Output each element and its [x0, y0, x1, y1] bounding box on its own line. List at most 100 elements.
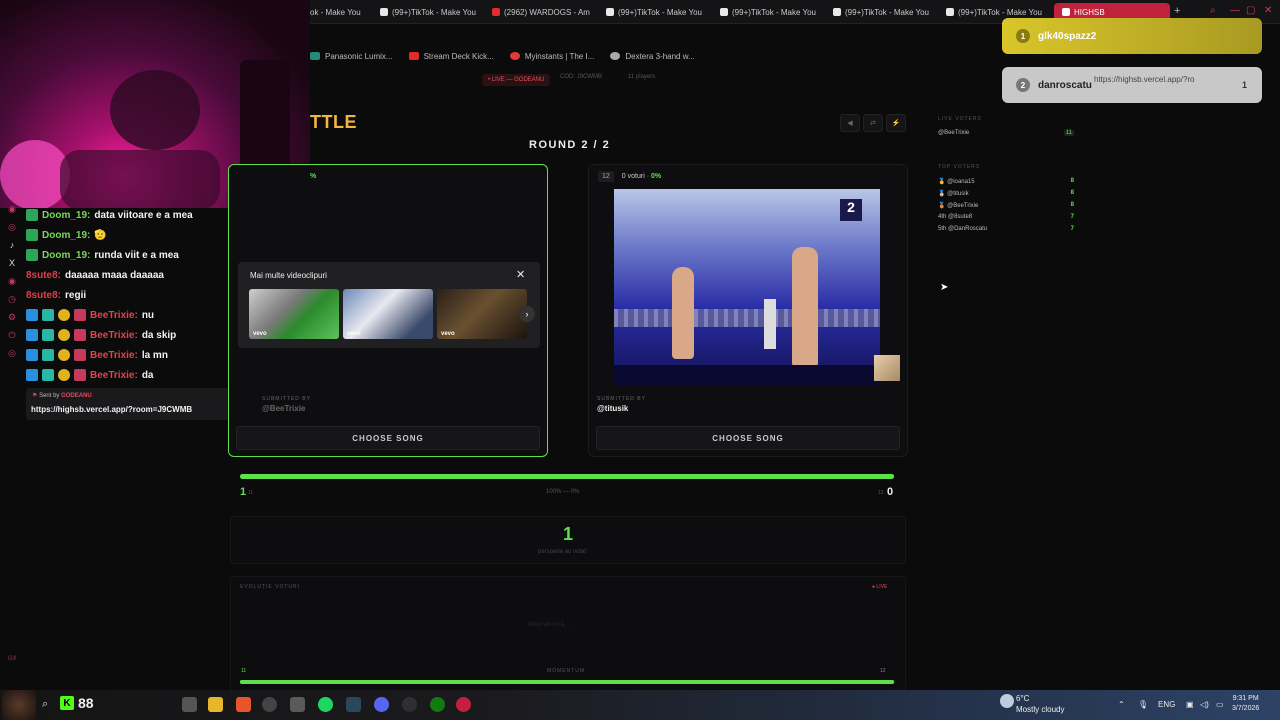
- discord-icon[interactable]: [374, 697, 389, 712]
- spotify-icon[interactable]: [318, 697, 333, 712]
- prev-icon[interactable]: ◀: [840, 114, 860, 132]
- x-icon[interactable]: X: [4, 258, 20, 276]
- browser-tab[interactable]: (99+)TikTok - Make You: [833, 4, 933, 20]
- maximize-icon[interactable]: ▢: [1246, 5, 1255, 16]
- blue-badge-icon: [26, 369, 38, 381]
- voter-score: 8: [1070, 202, 1074, 208]
- bolt-icon[interactable]: ⚡: [886, 114, 906, 132]
- chevron-right-icon[interactable]: ›: [519, 306, 535, 322]
- close-window-icon[interactable]: ✕: [1264, 5, 1272, 16]
- room-code: COD: J9CWMB: [560, 74, 602, 80]
- avatar: [2, 690, 36, 720]
- bookmark[interactable]: Dextera 3-hand w...: [610, 52, 695, 61]
- blue-badge-icon: [26, 329, 38, 341]
- top-voters-title: TOP VOTERS: [938, 164, 981, 170]
- more-videos-title: Mai multe videoclipuri: [250, 271, 327, 280]
- vevo-label: vevo: [253, 331, 267, 337]
- right-card-header: 12 0 voturi · 0%: [598, 171, 661, 182]
- choose-song-right-button[interactable]: CHOOSE SONG: [596, 426, 900, 450]
- vevo-label: vevo: [441, 331, 455, 337]
- gold-badge-icon: [58, 309, 70, 321]
- battery-icon[interactable]: ▭: [1216, 700, 1224, 709]
- video-thumbnail[interactable]: vevo: [249, 289, 339, 339]
- opera-gx-taskbar-icon[interactable]: [456, 697, 471, 712]
- xbox-icon[interactable]: [430, 697, 445, 712]
- close-icon[interactable]: ✕: [516, 268, 525, 281]
- teal-badge-icon: [42, 349, 54, 361]
- top-voter-row: 🥈 @titusik 8: [938, 190, 1074, 197]
- tiktok-icon: [606, 8, 614, 16]
- blue-badge-icon: [26, 309, 38, 321]
- shuffle-icon[interactable]: ⇄: [863, 114, 883, 132]
- power-icon[interactable]: ⏻: [4, 330, 20, 348]
- tiktok-icon: [946, 8, 954, 16]
- chat-text: 🫡: [94, 229, 107, 241]
- sent-url[interactable]: https://highsb.vercel.app/?room=J9CWMB: [31, 405, 192, 414]
- voter-name: 4th @8sute8: [938, 214, 973, 220]
- app-icon[interactable]: [262, 697, 277, 712]
- live-voter-row: @BeeTrixie 11: [938, 130, 1074, 136]
- chat-username: BeeTrixie:: [90, 329, 138, 341]
- mic-icon[interactable]: 🎙: [1138, 700, 1148, 709]
- chevron-up-icon[interactable]: ⌃: [1118, 700, 1125, 709]
- performer: [792, 247, 818, 367]
- bookmark[interactable]: Panasonic Lumix...: [310, 52, 393, 61]
- store-icon[interactable]: [290, 697, 305, 712]
- chat-text: regii: [65, 289, 87, 301]
- browser-tab[interactable]: (99+)TikTok - Make You: [720, 4, 820, 20]
- chat-text: daaaaa maaa daaaaa: [65, 269, 164, 281]
- votes-count: 1: [563, 524, 574, 544]
- tiktok-icon[interactable]: ♪: [4, 240, 20, 258]
- choose-song-left-button[interactable]: CHOOSE SONG: [236, 426, 540, 450]
- score-split: 100% — 0%: [546, 489, 580, 495]
- tab-label: (99+)TikTok - Make You: [618, 7, 702, 17]
- new-tab-icon[interactable]: +: [1174, 5, 1180, 17]
- obs-icon[interactable]: [402, 697, 417, 712]
- top-voter-row: 🥉 @BeeTrixie 8: [938, 202, 1074, 209]
- kick-icon: K: [60, 696, 74, 710]
- clock[interactable]: 9:31 PM 3/7/2026: [1232, 694, 1259, 714]
- language-indicator[interactable]: ENG: [1158, 700, 1175, 709]
- opera-gx-icon: GX: [8, 656, 17, 662]
- settings-icon[interactable]: ◎: [4, 348, 20, 366]
- network-icon[interactable]: ▣: [1186, 700, 1194, 709]
- chat-username: BeeTrixie:: [90, 309, 138, 321]
- record-icon[interactable]: ◉: [4, 276, 20, 294]
- sent-by-label: ⚑ Sent by GODEANU: [32, 393, 92, 399]
- instagram-icon[interactable]: ◎: [4, 222, 20, 240]
- youtube-icon: [408, 52, 419, 60]
- volume-icon[interactable]: ◁): [1200, 700, 1209, 709]
- bookmark[interactable]: Stream Deck Kick...: [408, 52, 494, 61]
- weather-icon: [1000, 694, 1014, 708]
- vevo-label: vevo: [347, 331, 361, 337]
- video-thumbnail[interactable]: vevo: [343, 289, 433, 339]
- clock-icon[interactable]: ◷: [4, 294, 20, 312]
- video-thumbnail[interactable]: vevo: [437, 289, 527, 339]
- youtube-icon: [492, 8, 500, 16]
- teal-badge-icon: [42, 309, 54, 321]
- minimize-icon[interactable]: —: [1230, 5, 1240, 16]
- votes-label: 0 voturi · 0%: [621, 173, 662, 180]
- song-number: 12: [598, 171, 614, 182]
- browser-tab[interactable]: ok - Make You: [310, 4, 366, 20]
- search-icon[interactable]: ⌕: [42, 698, 48, 711]
- browser-tab[interactable]: (99+)TikTok - Make You: [606, 4, 706, 20]
- tab-label: (99+)TikTok - Make You: [732, 7, 816, 17]
- folder-icon[interactable]: [208, 697, 223, 712]
- browser-tab[interactable]: (99+)TikTok - Make You: [380, 4, 480, 20]
- brave-icon[interactable]: [236, 697, 251, 712]
- bookmark[interactable]: Myinstants | The I...: [509, 52, 594, 61]
- steam-icon[interactable]: [346, 697, 361, 712]
- chat-icon[interactable]: ◉: [4, 204, 20, 222]
- browser-tab[interactable]: (2962) WARDOGS - Am: [492, 4, 592, 20]
- gear-icon[interactable]: ⚙: [4, 312, 20, 330]
- search-tabs-icon[interactable]: ⌕: [1210, 5, 1216, 16]
- weather-widget[interactable]: 6°C Mostly cloudy: [1016, 693, 1064, 715]
- taskview-icon[interactable]: [182, 697, 197, 712]
- score-right: 0: [887, 486, 894, 498]
- obs-side-icons: ◉ ◎ ♪ X ◉ ◷ ⚙ ⏻ ◎: [4, 204, 20, 366]
- music-video-frame[interactable]: 2: [614, 189, 880, 385]
- chat-username: BeeTrixie:: [90, 349, 138, 361]
- page-title: TTLE: [310, 112, 357, 132]
- bookmark-icon: [610, 52, 621, 60]
